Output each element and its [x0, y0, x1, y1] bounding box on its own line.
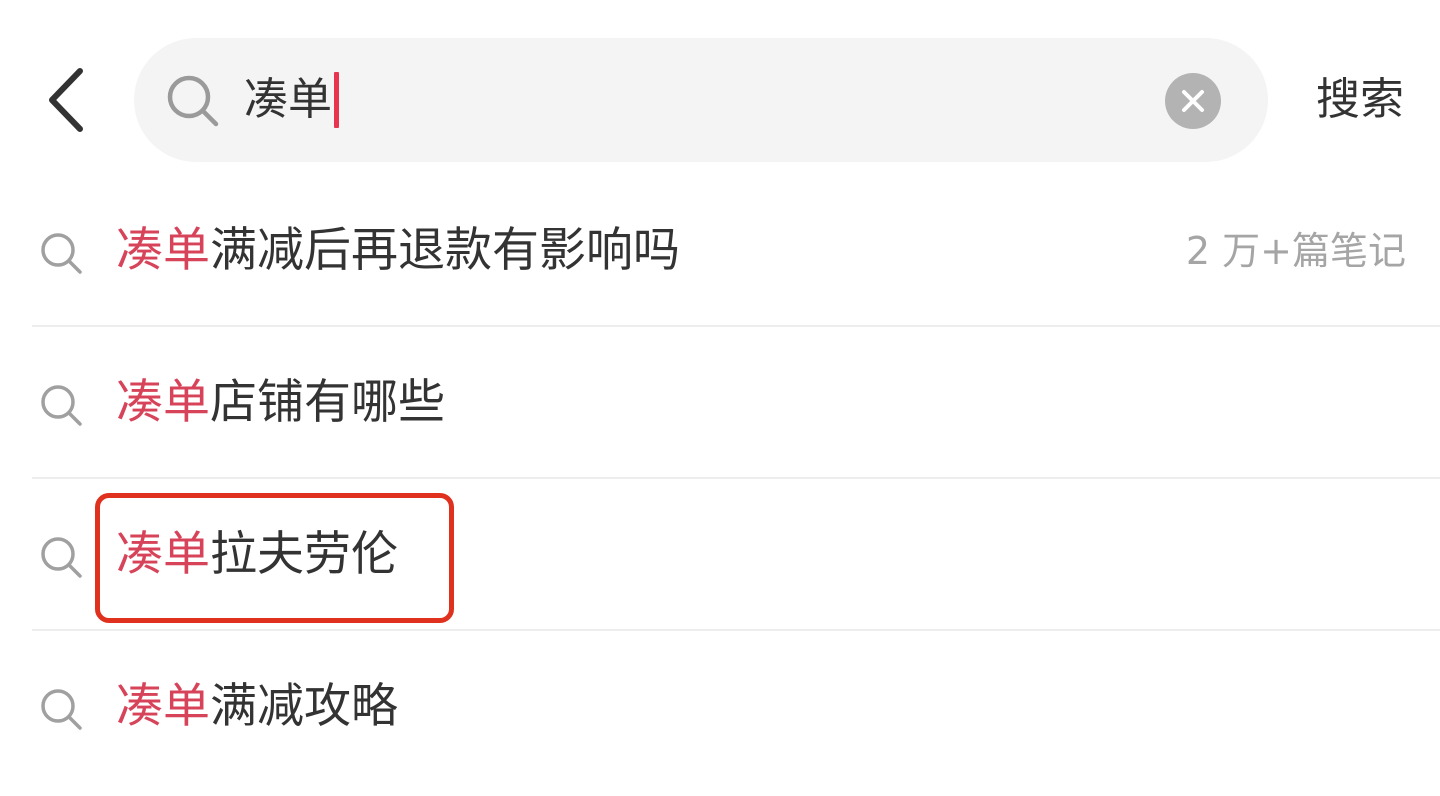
suggestion-list: 凑单满减后再退款有影响吗 2 万+篇笔记 凑单店铺有哪些 凑单拉夫劳伦 凑单满减… — [0, 175, 1440, 783]
clear-button[interactable] — [1165, 73, 1221, 129]
back-button[interactable] — [28, 62, 104, 138]
clear-icon — [1182, 90, 1204, 112]
search-input-value: 凑单 — [244, 74, 332, 125]
suggestion-highlight: 凑单 — [116, 527, 210, 582]
search-box[interactable]: 凑单 — [134, 38, 1268, 162]
search-icon — [41, 689, 82, 730]
suggestion-text: 凑单店铺有哪些 — [116, 367, 445, 439]
suggestion-item[interactable]: 凑单满减后再退款有影响吗 2 万+篇笔记 — [0, 175, 1440, 327]
suggestion-item[interactable]: 凑单满减攻略 — [0, 631, 1440, 783]
suggestion-highlight: 凑单 — [116, 375, 210, 430]
suggestion-text: 凑单拉夫劳伦 — [116, 519, 398, 591]
search-icon — [41, 537, 82, 578]
suggestion-highlight: 凑单 — [116, 223, 210, 278]
suggestion-rest: 满减攻略 — [210, 679, 398, 734]
suggestion-highlight: 凑单 — [116, 679, 210, 734]
suggestion-text: 凑单满减后再退款有影响吗 — [116, 215, 680, 287]
search-input[interactable]: 凑单 — [244, 65, 339, 135]
suggestion-item[interactable]: 凑单拉夫劳伦 — [0, 479, 1440, 631]
suggestion-text: 凑单满减攻略 — [116, 671, 398, 743]
search-icon — [41, 385, 82, 426]
search-page: 凑单 搜索 凑单满减后再退款有影响吗 2 万+篇笔记 凑单店铺有哪些 凑单拉夫劳… — [0, 0, 1440, 796]
suggestion-rest: 拉夫劳伦 — [210, 527, 398, 582]
text-caret — [334, 72, 339, 128]
suggestion-note-count: 2 万+篇笔记 — [1185, 229, 1406, 273]
suggestion-rest: 店铺有哪些 — [210, 375, 445, 430]
search-header: 凑单 搜索 — [0, 38, 1440, 162]
suggestion-item[interactable]: 凑单店铺有哪些 — [0, 327, 1440, 479]
search-submit-button[interactable]: 搜索 — [1296, 68, 1424, 132]
search-icon — [41, 233, 82, 274]
search-icon — [167, 75, 219, 127]
chevron-left-icon — [49, 68, 83, 132]
suggestion-rest: 满减后再退款有影响吗 — [210, 223, 680, 278]
